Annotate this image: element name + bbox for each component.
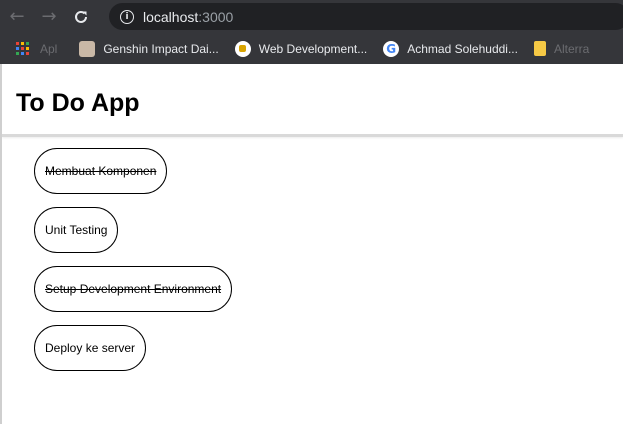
bookmark-apps[interactable]: Apl <box>0 41 58 56</box>
bookmark-label: Apl <box>40 41 58 56</box>
bookmark-label: Achmad Solehuddi... <box>407 41 518 56</box>
bookmark-label: Web Development... <box>258 41 368 56</box>
site-info-icon[interactable]: i <box>120 9 134 24</box>
url-port: :3000 <box>198 8 234 25</box>
todo-item[interactable]: Deploy ke server <box>34 325 147 371</box>
todo-item[interactable]: Membuat Komponen <box>34 148 168 194</box>
bookmark-alterra[interactable]: Alterra <box>533 41 590 56</box>
bookmarks-bar: Apl Genshin Impact Dai... Web Developmen… <box>0 33 623 64</box>
address-bar[interactable]: i localhost:3000 <box>109 3 623 30</box>
window-left-edge <box>0 64 2 424</box>
google-favicon: G <box>383 40 400 57</box>
webdev-favicon <box>234 40 251 57</box>
bookmark-webdev[interactable]: Web Development... <box>234 40 368 57</box>
url-host: localhost <box>143 8 199 25</box>
back-arrow-icon[interactable]: ← <box>1 0 33 33</box>
bookmark-label: Alterra <box>553 41 590 56</box>
genshin-favicon <box>79 40 96 57</box>
app-header: To Do App <box>2 64 623 137</box>
page-content: To Do App Membuat Komponen Unit Testing … <box>0 64 623 424</box>
folder-icon <box>533 41 546 56</box>
todo-item[interactable]: Unit Testing <box>34 207 119 253</box>
bookmark-label: Genshin Impact Dai... <box>103 41 219 56</box>
todo-list: Membuat Komponen Unit Testing Setup Deve… <box>34 148 233 384</box>
todo-item[interactable]: Setup Development Environment <box>34 266 233 312</box>
browser-toolbar: ← → i localhost:3000 <box>0 0 623 33</box>
reload-icon[interactable] <box>65 0 97 33</box>
bookmark-genshin[interactable]: Genshin Impact Dai... <box>79 40 219 57</box>
page-title: To Do App <box>16 89 140 117</box>
forward-arrow-icon[interactable]: → <box>33 0 65 33</box>
apps-grid-icon <box>16 41 30 56</box>
bookmark-achmad[interactable]: G Achmad Solehuddi... <box>383 40 518 57</box>
url-text: localhost:3000 <box>143 9 233 25</box>
